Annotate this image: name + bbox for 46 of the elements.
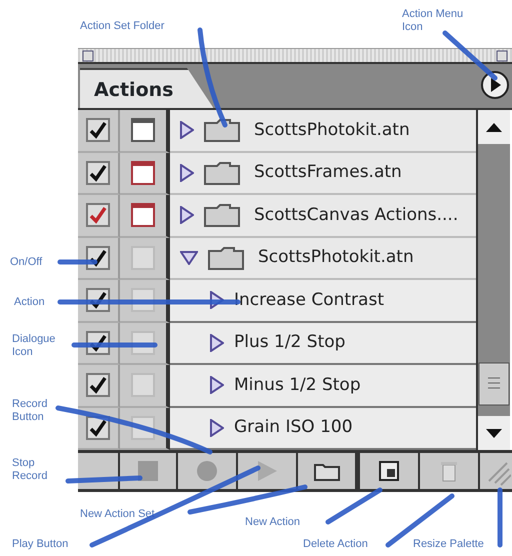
new-item-icon bbox=[378, 460, 400, 482]
folder-icon bbox=[314, 461, 340, 481]
scroll-up-icon[interactable] bbox=[478, 110, 510, 144]
folder-icon bbox=[204, 203, 240, 228]
folder-icon bbox=[204, 118, 240, 142]
leader-line bbox=[326, 488, 382, 524]
collapsed-arrow-icon[interactable] bbox=[210, 334, 224, 352]
collapsed-arrow-icon[interactable] bbox=[180, 121, 194, 140]
collapsed-arrow-icon[interactable] bbox=[210, 376, 224, 394]
callout-label: Resize Palette bbox=[413, 538, 484, 551]
scroll-down-icon[interactable] bbox=[478, 416, 510, 450]
collapsed-arrow-icon[interactable] bbox=[210, 291, 224, 310]
scroll-thumb[interactable] bbox=[478, 362, 510, 406]
dialog-icon[interactable] bbox=[131, 118, 155, 142]
leader-line bbox=[58, 260, 98, 264]
collapsed-arrow-icon[interactable] bbox=[210, 418, 224, 437]
expanded-arrow-icon[interactable] bbox=[180, 250, 198, 265]
callout-label: Record Button bbox=[12, 398, 48, 424]
actions-tab[interactable]: Actions bbox=[80, 68, 214, 108]
callout-label: Stop Record bbox=[12, 457, 48, 482]
collapse-icon[interactable] bbox=[82, 50, 94, 62]
callout-label: Action Set Folder bbox=[80, 20, 164, 33]
dialog-toggle[interactable] bbox=[131, 246, 155, 270]
callout-label: Action bbox=[14, 296, 45, 309]
callout-label: Action Menu Icon bbox=[402, 8, 464, 34]
dialog-icon[interactable] bbox=[131, 160, 155, 185]
dialog-toggle[interactable] bbox=[131, 373, 155, 398]
callout-label: New Action bbox=[245, 516, 300, 529]
collapsed-arrow-icon[interactable] bbox=[180, 164, 194, 182]
record-icon bbox=[196, 460, 218, 482]
zoom-box-icon[interactable] bbox=[496, 50, 508, 62]
play-icon bbox=[256, 460, 278, 482]
callout-label: Delete Action bbox=[303, 538, 368, 551]
folder-icon bbox=[204, 160, 240, 185]
stop-icon bbox=[138, 461, 158, 481]
callout-label: New Action Set bbox=[80, 508, 155, 521]
folder-icon bbox=[208, 246, 244, 270]
callout-label: Play Button bbox=[12, 538, 68, 551]
collapsed-arrow-icon[interactable] bbox=[180, 206, 194, 224]
dialog-icon[interactable] bbox=[131, 203, 155, 228]
scrollbar[interactable] bbox=[476, 110, 510, 450]
callout-label: Dialogue Icon bbox=[12, 333, 56, 358]
leader-line bbox=[498, 488, 502, 548]
trash-icon bbox=[440, 459, 458, 483]
leader-line bbox=[442, 30, 498, 80]
callout-label: On/Off bbox=[10, 256, 42, 269]
